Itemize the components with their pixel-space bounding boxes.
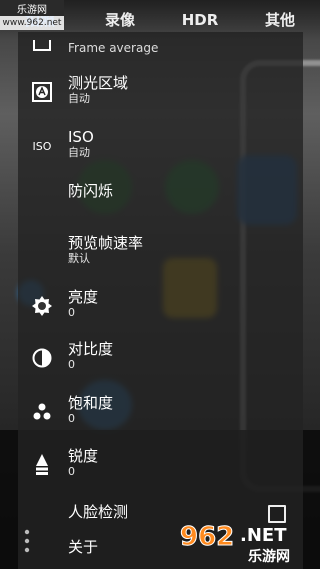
saturation-value: 0 [68, 412, 75, 425]
sharpness-label: 锐度 [68, 447, 99, 465]
sharpness-icon [30, 453, 54, 477]
brightness-label: 亮度 [68, 288, 99, 306]
brightness-value: 0 [68, 306, 75, 319]
more-vert-icon[interactable] [24, 528, 30, 554]
tab-video[interactable]: 录像 [80, 0, 160, 40]
brightness-icon [30, 294, 54, 318]
metering-value: 自动 [68, 92, 90, 105]
frame-average-value: Frame average [68, 41, 159, 55]
face-detection-label: 人脸检测 [68, 503, 129, 521]
settings-row-metering[interactable]: 测光区域 自动 [18, 72, 303, 112]
watermark-url: www.962.net [0, 16, 64, 30]
settings-row-preview-fps[interactable]: 预览帧速率 默认 [18, 232, 303, 272]
metering-icon [30, 80, 54, 104]
preview-fps-value: 默认 [68, 252, 90, 265]
iso-value: 自动 [68, 146, 90, 159]
sharpness-value: 0 [68, 465, 75, 478]
settings-drawer: Frame average 测光区域 自动 ISO ISO 自动 防闪烁 预览帧… [18, 32, 303, 569]
watermark-logo: 962 .NET 乐游网 [178, 517, 313, 566]
logo-number: 962 [180, 522, 234, 552]
logo-subtitle: 乐游网 [248, 548, 290, 565]
settings-row-sharpness[interactable]: 锐度 0 [18, 445, 303, 485]
settings-row-brightness[interactable]: 亮度 0 [18, 286, 303, 326]
settings-row-antiflicker[interactable]: 防闪烁 [18, 178, 303, 208]
contrast-value: 0 [68, 358, 75, 371]
contrast-icon [30, 346, 54, 370]
settings-row-contrast[interactable]: 对比度 0 [18, 338, 303, 378]
settings-row-saturation[interactable]: 饱和度 0 [18, 392, 303, 432]
antiflicker-label: 防闪烁 [68, 182, 114, 200]
settings-row-iso[interactable]: ISO ISO 自动 [18, 126, 303, 166]
logo-suffix: .NET [240, 525, 287, 546]
about-label: 关于 [68, 538, 99, 556]
iso-icon: ISO [32, 139, 52, 153]
preview-fps-label: 预览帧速率 [68, 234, 144, 252]
iso-label: ISO [68, 128, 94, 146]
metering-label: 测光区域 [68, 74, 129, 92]
saturation-icon [30, 400, 54, 424]
tab-hdr[interactable]: HDR [160, 0, 240, 40]
watermark-site-badge: 乐游网 [0, 0, 64, 16]
tab-other[interactable]: 其他 [240, 0, 320, 40]
contrast-label: 对比度 [68, 340, 114, 358]
saturation-label: 饱和度 [68, 394, 114, 412]
